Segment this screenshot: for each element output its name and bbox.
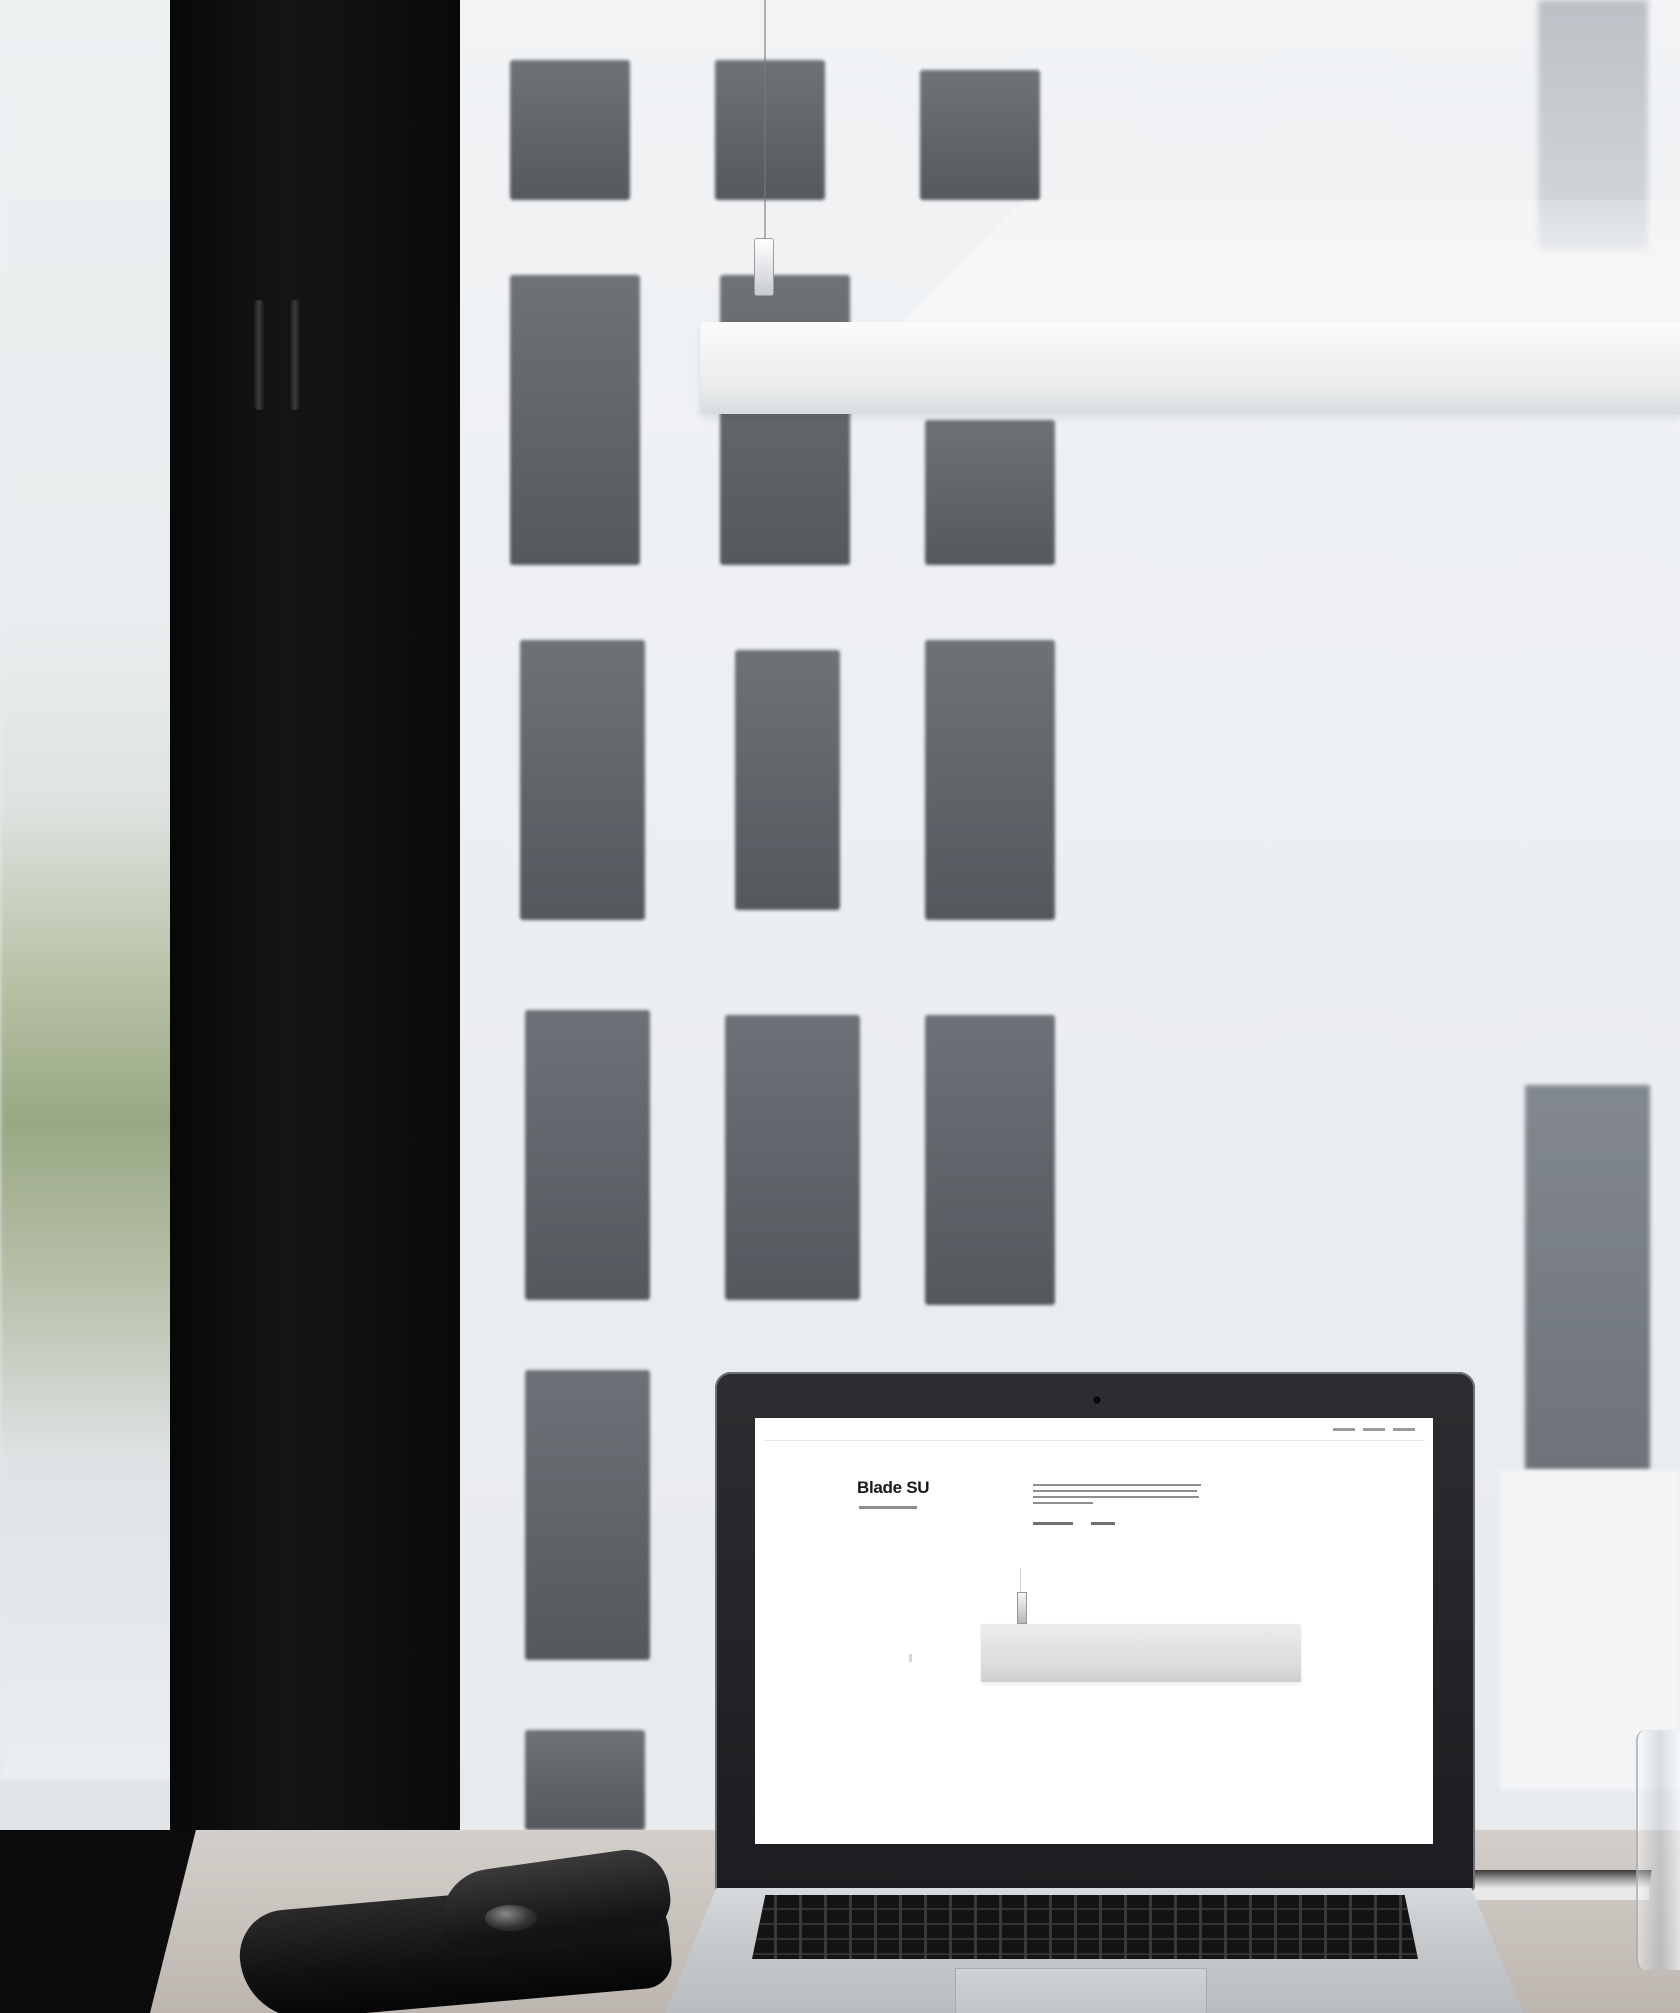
paper-stack <box>1468 1870 1652 1900</box>
photo-scene: Blade SU <box>0 0 1680 2013</box>
product-title: Blade SU <box>857 1478 930 1497</box>
product-lamp-wire <box>1020 1568 1021 1594</box>
lamp-top <box>900 200 1680 324</box>
drinking-glass <box>1636 1730 1680 1970</box>
building-window <box>1525 1085 1650 1470</box>
pendant-lamp <box>700 322 1680 414</box>
product-lamp-image <box>981 1624 1301 1682</box>
trackpad[interactable] <box>955 1968 1207 2013</box>
lamp-wire <box>764 0 766 240</box>
blurred-outside-view <box>0 0 180 1780</box>
product-subtitle <box>859 1506 917 1509</box>
leather-case <box>236 1844 680 2013</box>
product-description <box>1033 1484 1201 1508</box>
product-mark <box>909 1654 912 1662</box>
product-lamp-clip <box>1017 1592 1027 1624</box>
window-handle <box>250 300 310 410</box>
nav-item[interactable] <box>1333 1428 1355 1431</box>
lamp-clip <box>754 238 774 296</box>
header-divider <box>763 1440 1425 1441</box>
webcam-icon <box>1093 1396 1101 1404</box>
product-link[interactable] <box>1091 1522 1115 1525</box>
site-nav[interactable] <box>1333 1428 1415 1431</box>
nav-item[interactable] <box>1363 1428 1385 1431</box>
nav-item[interactable] <box>1393 1428 1415 1431</box>
product-links[interactable] <box>1033 1522 1115 1525</box>
product-link[interactable] <box>1033 1522 1073 1525</box>
snap-button <box>485 1905 537 1931</box>
laptop-screen: Blade SU <box>755 1418 1433 1844</box>
keyboard-rows <box>752 1895 1418 1959</box>
window-frame <box>170 0 460 1830</box>
